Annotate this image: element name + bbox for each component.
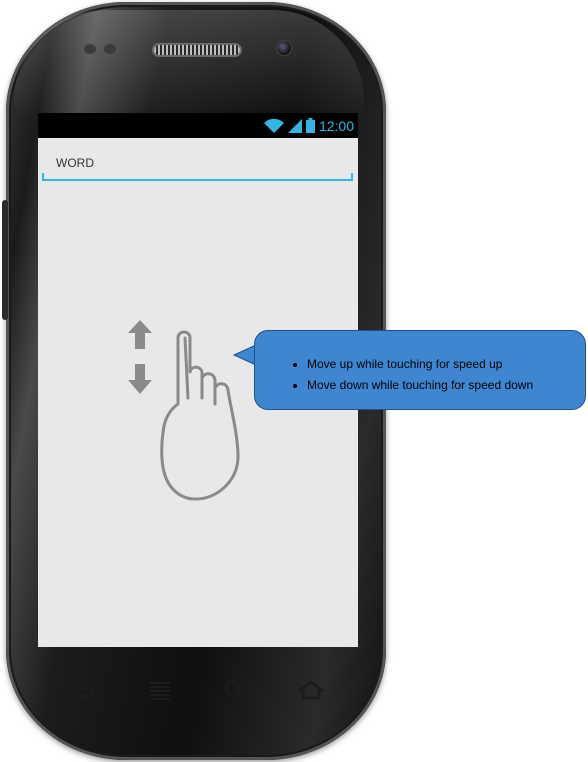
menu-icon[interactable] [148,680,172,700]
home-icon[interactable] [296,680,326,700]
word-field[interactable] [42,149,353,181]
earpiece-speaker [152,43,242,57]
hint-item-speed-down: Move down while touching for speed down [293,375,533,396]
light-sensor [104,44,116,54]
back-icon[interactable] [70,680,96,700]
volume-button [2,200,8,320]
arrow-down-icon [128,364,152,394]
status-bar: 12:00 [38,113,358,138]
hint-list: Move up while touching for speed up Move… [293,354,533,396]
word-input[interactable] [56,153,336,173]
signal-icon [287,118,302,133]
wifi-icon [263,118,284,133]
hint-callout: Move up while touching for speed up Move… [254,330,586,410]
status-time: 12:00 [318,117,354,134]
arrow-up-icon [128,320,152,349]
status-icons: 12:00 [263,117,354,134]
search-icon[interactable] [224,680,246,700]
touch-hand-icon [160,330,240,501]
front-camera [276,40,292,56]
gesture-illustration [128,320,240,501]
proximity-sensor [84,44,96,54]
hint-item-speed-up: Move up while touching for speed up [293,354,533,375]
battery-icon [305,118,315,133]
